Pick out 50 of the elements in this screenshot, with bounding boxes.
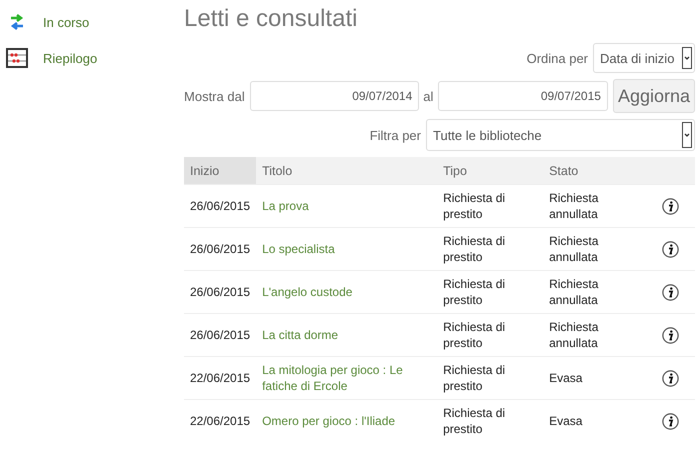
column-header[interactable]: Inizio bbox=[184, 157, 256, 184]
type-cell: Richiesta di prestito bbox=[437, 184, 544, 228]
page-title: Letti e consultati bbox=[184, 5, 358, 33]
status-cell: Richiesta annullata bbox=[543, 228, 646, 270]
type-cell: Richiesta di prestito bbox=[437, 400, 544, 442]
info-icon[interactable] bbox=[662, 370, 680, 387]
type-cell: Richiesta di prestito bbox=[437, 314, 544, 356]
to-label: al bbox=[423, 88, 434, 104]
caret-icon bbox=[682, 122, 692, 148]
library-filter-dropdown[interactable]: Tutte le biblioteche bbox=[426, 119, 695, 151]
info-icon[interactable] bbox=[662, 284, 680, 301]
date-cell: 22/06/2015 bbox=[184, 356, 256, 400]
date-cell: 26/06/2015 bbox=[184, 184, 256, 228]
status-cell: Richiesta annullata bbox=[543, 314, 646, 356]
title-link[interactable]: L'angelo custode bbox=[262, 284, 432, 300]
title-link[interactable]: La mitologia per gioco : Le fatiche di Ercole bbox=[262, 362, 432, 394]
info-icon[interactable] bbox=[662, 198, 680, 215]
filter-label: Filtra per bbox=[370, 128, 421, 142]
title-link[interactable]: Omero per gioco : l'Iliade bbox=[262, 413, 432, 429]
abacus-icon bbox=[6, 48, 28, 68]
title-link[interactable]: La citta dorme bbox=[262, 327, 432, 343]
column-header[interactable]: Tipo bbox=[437, 157, 544, 184]
info-icon[interactable] bbox=[662, 326, 680, 344]
sort-label: Ordina per bbox=[526, 50, 588, 66]
date-cell: 22/06/2015 bbox=[184, 400, 256, 442]
info-icon[interactable] bbox=[662, 412, 680, 430]
date-cell: 26/06/2015 bbox=[184, 228, 256, 270]
sort-dropdown[interactable]: Data di inizio bbox=[593, 43, 695, 73]
from-date-field[interactable]: 09/07/2014 bbox=[250, 81, 420, 111]
type-cell: Richiesta di prestito bbox=[437, 270, 544, 314]
title-link[interactable]: Lo specialista bbox=[262, 241, 432, 257]
title-link[interactable]: La prova bbox=[262, 198, 432, 214]
status-cell: Evasa bbox=[543, 400, 646, 442]
update-button[interactable]: Aggiorna bbox=[612, 79, 695, 113]
date-cell: 26/06/2015 bbox=[184, 270, 256, 314]
caret-icon bbox=[682, 47, 692, 69]
from-label: Mostra dal bbox=[184, 88, 245, 104]
type-cell: Richiesta di prestito bbox=[437, 356, 544, 400]
status-cell: Evasa bbox=[543, 356, 646, 400]
sidebar-link[interactable]: Riepilogo bbox=[43, 50, 98, 66]
column-header[interactable]: Titolo bbox=[256, 157, 438, 184]
sidebar-link[interactable]: In corso bbox=[43, 14, 90, 30]
status-cell: Richiesta annullata bbox=[543, 184, 646, 228]
status-cell: Richiesta annullata bbox=[543, 270, 646, 314]
date-cell: 26/06/2015 bbox=[184, 314, 256, 356]
type-cell: Richiesta di prestito bbox=[437, 228, 544, 270]
swap-arrows-icon bbox=[10, 14, 24, 30]
to-date-field[interactable]: 09/07/2015 bbox=[438, 81, 608, 111]
info-icon[interactable] bbox=[662, 240, 680, 258]
column-header[interactable]: Stato bbox=[543, 157, 646, 184]
